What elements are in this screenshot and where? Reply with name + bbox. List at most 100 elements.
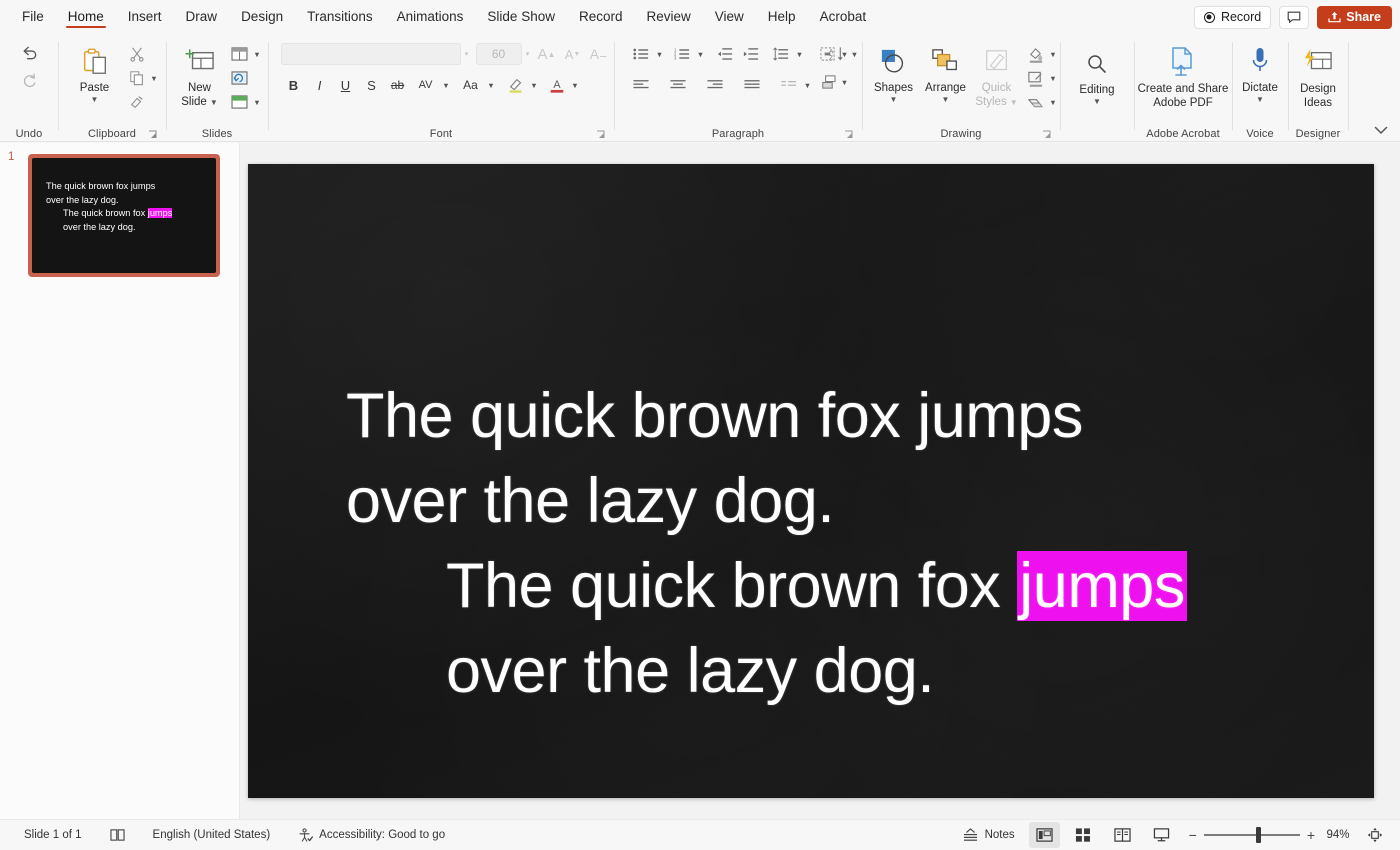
slide-editing-surface[interactable]: The quick brown fox jumps over the lazy … (248, 164, 1374, 798)
section-button[interactable] (228, 90, 252, 114)
record-button[interactable]: Record (1194, 6, 1271, 29)
font-dialog-launcher[interactable] (596, 130, 606, 140)
columns-chevron-icon[interactable]: ▼ (802, 81, 813, 90)
character-spacing-button[interactable]: AV (411, 73, 441, 97)
text-highlight-button[interactable] (503, 73, 529, 97)
zoom-in-button[interactable]: + (1307, 828, 1315, 842)
undo-button[interactable] (17, 40, 41, 64)
tab-home[interactable]: Home (58, 5, 114, 30)
chevron-down-icon[interactable]: ▼ (1256, 96, 1264, 103)
zoom-track[interactable] (1204, 834, 1300, 836)
shape-fill-button[interactable] (1024, 42, 1048, 66)
layout-dropdown-chevron-icon[interactable]: ▼ (252, 50, 263, 59)
paste-button[interactable]: Paste ▼ (65, 40, 125, 103)
tab-view[interactable]: View (705, 5, 754, 30)
slide-layout-button[interactable] (228, 42, 252, 66)
text-shadow-button[interactable]: S (359, 73, 385, 97)
decrease-font-size-button[interactable]: A▼ (560, 42, 586, 66)
notes-page-toggle[interactable] (96, 820, 139, 850)
align-center-button[interactable] (665, 73, 691, 97)
comments-button[interactable] (1279, 6, 1309, 29)
view-slide-sorter-button[interactable] (1068, 822, 1099, 848)
convert-to-smartart-button[interactable] (815, 70, 839, 94)
tab-animations[interactable]: Animations (387, 5, 474, 30)
decrease-indent-button[interactable] (712, 42, 738, 66)
bullets-button[interactable] (628, 42, 654, 66)
shapes-button[interactable]: Shapes ▼ (868, 40, 920, 103)
change-case-button[interactable]: Aa (456, 73, 486, 97)
smartart-chevron-icon[interactable]: ▼ (839, 78, 850, 87)
zoom-percentage[interactable]: 94% (1321, 829, 1355, 841)
zoom-slider[interactable]: − + (1189, 828, 1315, 842)
slide-thumbnail-pane[interactable]: 1 The quick brown fox jumps over the laz… (0, 143, 240, 819)
design-ideas-button[interactable]: Design Ideas (1289, 40, 1347, 111)
increase-font-size-button[interactable]: A▲ (534, 42, 560, 66)
copy-button[interactable] (125, 66, 149, 90)
character-spacing-chevron-icon[interactable]: ▼ (441, 81, 452, 90)
zoom-out-button[interactable]: − (1189, 828, 1197, 842)
columns-button[interactable] (776, 73, 802, 97)
increase-indent-button[interactable] (738, 42, 764, 66)
underline-button[interactable]: U (333, 73, 359, 97)
shape-outline-chevron-icon[interactable]: ▼ (1048, 74, 1059, 83)
paragraph-dialog-launcher[interactable] (844, 130, 854, 140)
redo-button[interactable] (17, 68, 41, 92)
chevron-down-icon[interactable]: ▼ (890, 96, 898, 103)
bullets-chevron-icon[interactable]: ▼ (654, 50, 665, 59)
tab-design[interactable]: Design (231, 5, 293, 30)
notes-button[interactable]: Notes (952, 820, 1025, 850)
line-spacing-button[interactable] (768, 42, 794, 66)
align-text-button[interactable] (815, 42, 839, 66)
font-size-input[interactable]: 60 (476, 43, 522, 65)
copy-dropdown-chevron-icon[interactable]: ▼ (149, 74, 160, 83)
create-and-share-adobe-pdf-button[interactable]: Create and Share Adobe PDF (1135, 40, 1231, 111)
shape-outline-button[interactable] (1024, 66, 1048, 90)
align-left-button[interactable] (628, 73, 654, 97)
tab-file[interactable]: File (12, 5, 54, 30)
slide-text-placeholder[interactable]: The quick brown fox jumps over the lazy … (346, 374, 1314, 714)
font-color-button[interactable]: A (544, 73, 570, 97)
collapse-ribbon-button[interactable] (1374, 126, 1388, 135)
tab-insert[interactable]: Insert (118, 5, 172, 30)
tab-draw[interactable]: Draw (176, 5, 228, 30)
slide-count-indicator[interactable]: Slide 1 of 1 (10, 820, 96, 850)
line-spacing-chevron-icon[interactable]: ▼ (794, 50, 805, 59)
new-slide-button[interactable]: New Slide▼ (172, 40, 228, 110)
align-text-chevron-icon[interactable]: ▼ (839, 50, 850, 59)
chevron-down-icon[interactable]: ▼ (1010, 98, 1018, 107)
share-button[interactable]: Share (1317, 6, 1392, 29)
chevron-down-icon[interactable]: ▼ (1093, 98, 1101, 105)
text-direction-chevron-icon[interactable]: ▼ (849, 50, 860, 59)
highlight-color-chevron-icon[interactable]: ▼ (529, 81, 540, 90)
tab-review[interactable]: Review (637, 5, 701, 30)
shape-effects-chevron-icon[interactable]: ▼ (1048, 98, 1059, 107)
numbering-chevron-icon[interactable]: ▼ (695, 50, 706, 59)
strikethrough-button[interactable]: ab (385, 73, 411, 97)
slide-thumbnail-1[interactable]: The quick brown fox jumps over the lazy … (28, 154, 220, 277)
tab-acrobat[interactable]: Acrobat (810, 5, 877, 30)
reset-slide-button[interactable] (228, 66, 252, 90)
chevron-down-icon[interactable]: ▼ (91, 96, 99, 103)
cut-button[interactable] (125, 42, 149, 66)
view-slide-show-button[interactable] (1146, 822, 1177, 848)
quick-styles-button[interactable]: Quick Styles▼ (972, 40, 1022, 110)
section-dropdown-chevron-icon[interactable]: ▼ (252, 98, 263, 107)
clipboard-dialog-launcher[interactable] (148, 130, 158, 140)
numbering-button[interactable]: 1 2 3 (669, 42, 695, 66)
italic-button[interactable]: I (307, 73, 333, 97)
chevron-down-icon[interactable]: ▼ (942, 96, 950, 103)
justify-button[interactable] (739, 73, 765, 97)
shape-effects-button[interactable] (1024, 90, 1048, 114)
bold-button[interactable]: B (281, 73, 307, 97)
tab-transitions[interactable]: Transitions (297, 5, 383, 30)
drawing-dialog-launcher[interactable] (1042, 130, 1052, 140)
arrange-button[interactable]: Arrange ▼ (920, 40, 972, 103)
chevron-down-icon[interactable]: ▼ (210, 98, 218, 107)
language-indicator[interactable]: English (United States) (139, 820, 285, 850)
fit-slide-to-window-button[interactable] (1359, 822, 1390, 848)
accessibility-indicator[interactable]: Accessibility: Good to go (284, 820, 459, 850)
change-case-chevron-icon[interactable]: ▼ (486, 81, 497, 90)
format-painter-button[interactable] (125, 90, 149, 114)
zoom-thumb[interactable] (1256, 827, 1261, 843)
font-color-chevron-icon[interactable]: ▼ (570, 81, 581, 90)
